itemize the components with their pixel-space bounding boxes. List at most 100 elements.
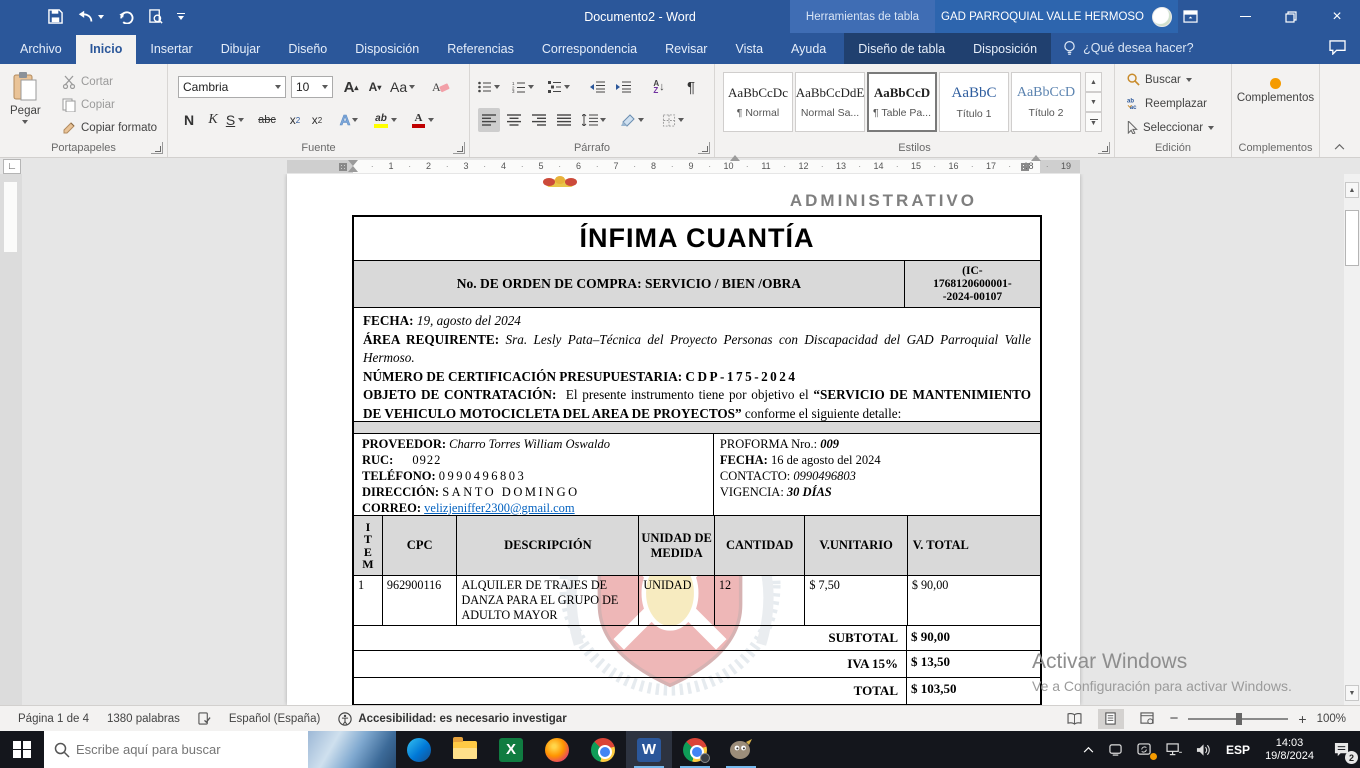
chrome-icon[interactable]: [580, 731, 626, 768]
collapse-ribbon-icon[interactable]: [1328, 134, 1350, 158]
bold-button[interactable]: N: [178, 108, 200, 132]
styles-dialog-launcher[interactable]: [1098, 142, 1110, 154]
keyboard-language[interactable]: ESP: [1219, 731, 1257, 768]
text-effects-button[interactable]: A: [338, 108, 360, 132]
onedrive-tray-icon[interactable]: [1101, 731, 1130, 768]
firefox-icon[interactable]: [534, 731, 580, 768]
multilevel-list-button[interactable]: [548, 75, 570, 99]
line-spacing-button[interactable]: [582, 108, 606, 132]
scrollbar-thumb[interactable]: [1345, 210, 1359, 266]
numbering-button[interactable]: 123: [512, 75, 534, 99]
print-layout-button[interactable]: [1098, 709, 1124, 729]
align-left-button[interactable]: [478, 108, 500, 132]
file-explorer-icon[interactable]: [442, 731, 488, 768]
excel-icon[interactable]: X: [488, 731, 534, 768]
paste-button[interactable]: Pegar: [10, 72, 41, 124]
minimize-button[interactable]: [1222, 0, 1268, 33]
email-link[interactable]: velizjeniffer2300@gmail.com: [424, 501, 574, 515]
page-indicator[interactable]: Página 1 de 4: [18, 713, 89, 725]
zoom-out-button[interactable]: −: [1170, 710, 1179, 727]
tab-referencias[interactable]: Referencias: [433, 35, 528, 64]
addins-button[interactable]: Complementos: [1232, 78, 1319, 104]
bullets-button[interactable]: [478, 75, 500, 99]
style-titulo-1[interactable]: AaBbC Título 1: [939, 72, 1009, 132]
style-normal-sa[interactable]: AaBbCcDdE Normal Sa...: [795, 72, 865, 132]
font-color-button[interactable]: A: [412, 108, 434, 132]
search-input[interactable]: [70, 742, 308, 757]
scroll-up-icon[interactable]: ▲: [1345, 182, 1359, 198]
tab-revisar[interactable]: Revisar: [651, 35, 721, 64]
word-count[interactable]: 1380 palabras: [107, 713, 180, 725]
taskbar-clock[interactable]: 14:03 19/8/2024: [1257, 737, 1322, 763]
style-titulo-2[interactable]: AaBbCcD Título 2: [1011, 72, 1081, 132]
underline-button[interactable]: S: [224, 108, 246, 132]
volume-tray-icon[interactable]: [1189, 731, 1219, 768]
subscript-button[interactable]: x2: [284, 108, 306, 132]
increase-indent-button[interactable]: [612, 75, 634, 99]
grow-font-button[interactable]: A▴: [340, 75, 362, 99]
customize-qat-icon[interactable]: [177, 13, 185, 21]
save-icon[interactable]: [48, 9, 63, 24]
word-icon[interactable]: W: [626, 731, 672, 768]
zoom-slider-thumb[interactable]: [1236, 713, 1242, 725]
font-dialog-launcher[interactable]: [453, 142, 465, 154]
paragraph-dialog-launcher[interactable]: [698, 142, 710, 154]
tray-expand-icon[interactable]: [1076, 731, 1101, 768]
zoom-in-button[interactable]: +: [1298, 711, 1306, 727]
taskbar-search[interactable]: [44, 731, 396, 768]
tell-me-box[interactable]: ¿Qué desea hacer?: [1051, 40, 1206, 64]
language-indicator[interactable]: Español (España): [229, 713, 320, 725]
shading-button[interactable]: [620, 108, 644, 132]
tab-insertar[interactable]: Insertar: [136, 35, 206, 64]
font-name-combobox[interactable]: Cambria: [178, 76, 286, 98]
cut-button[interactable]: Cortar: [62, 75, 113, 89]
format-painter-button[interactable]: Copiar formato: [62, 121, 157, 135]
maximize-button[interactable]: [1268, 0, 1314, 33]
tab-vista[interactable]: Vista: [721, 35, 777, 64]
chrome-profile-icon[interactable]: [672, 731, 718, 768]
styles-scroll-up-icon[interactable]: ▲: [1085, 72, 1102, 92]
superscript-button[interactable]: x2: [306, 108, 328, 132]
notification-center-icon[interactable]: 2: [1322, 731, 1360, 768]
style-normal[interactable]: AaBbCcDc ¶ Normal: [723, 72, 793, 132]
vertical-scrollbar[interactable]: ▲ ▼: [1344, 174, 1360, 705]
clear-formatting-button[interactable]: A: [430, 75, 452, 99]
tab-disposicion-tabla[interactable]: Disposición: [959, 35, 1051, 64]
document-page[interactable]: ADMINISTRATIVO ÍNFIMA CUANTÍA No. DE ORD…: [287, 174, 1080, 705]
tab-archivo[interactable]: Archivo: [6, 35, 76, 64]
network-tray-icon[interactable]: [1159, 731, 1189, 768]
sort-button[interactable]: AZ↓: [648, 75, 670, 99]
change-case-button[interactable]: Aa: [390, 75, 415, 99]
ribbon-display-options-icon[interactable]: [1170, 0, 1210, 33]
align-right-button[interactable]: [528, 108, 550, 132]
ruler-table-marker-right[interactable]: [1021, 163, 1029, 171]
start-button[interactable]: [0, 731, 44, 768]
tab-ayuda[interactable]: Ayuda: [777, 35, 840, 64]
web-layout-button[interactable]: [1134, 709, 1160, 729]
close-button[interactable]: ×: [1314, 0, 1360, 33]
styles-gallery-more-icon[interactable]: ▼: [1085, 112, 1102, 132]
tab-inicio[interactable]: Inicio: [76, 35, 137, 64]
read-mode-button[interactable]: [1062, 709, 1088, 729]
proofing-icon[interactable]: [198, 712, 211, 725]
tab-dibujar[interactable]: Dibujar: [207, 35, 275, 64]
comments-icon[interactable]: [1329, 40, 1346, 58]
highlight-color-button[interactable]: ab: [374, 108, 397, 132]
show-paragraph-marks-button[interactable]: ¶: [680, 75, 702, 99]
align-center-button[interactable]: [503, 108, 525, 132]
ruler-table-marker[interactable]: [339, 163, 347, 171]
tab-correspondencia[interactable]: Correspondencia: [528, 35, 651, 64]
justify-button[interactable]: [553, 108, 575, 132]
edge-icon[interactable]: [396, 731, 442, 768]
decrease-indent-button[interactable]: [586, 75, 608, 99]
styles-scroll-down-icon[interactable]: ▼: [1085, 92, 1102, 112]
vertical-ruler[interactable]: [0, 174, 22, 705]
font-size-combobox[interactable]: 10: [291, 76, 333, 98]
tab-stop-selector[interactable]: ∟: [3, 159, 21, 174]
select-button[interactable]: Seleccionar: [1127, 121, 1214, 134]
ruler-indent-marker-middle[interactable]: [730, 155, 740, 161]
shrink-font-button[interactable]: A▾: [364, 75, 386, 99]
print-preview-icon[interactable]: [148, 9, 163, 24]
tab-diseno-de-tabla[interactable]: Diseño de tabla: [844, 35, 959, 64]
find-button[interactable]: Buscar: [1127, 73, 1192, 86]
